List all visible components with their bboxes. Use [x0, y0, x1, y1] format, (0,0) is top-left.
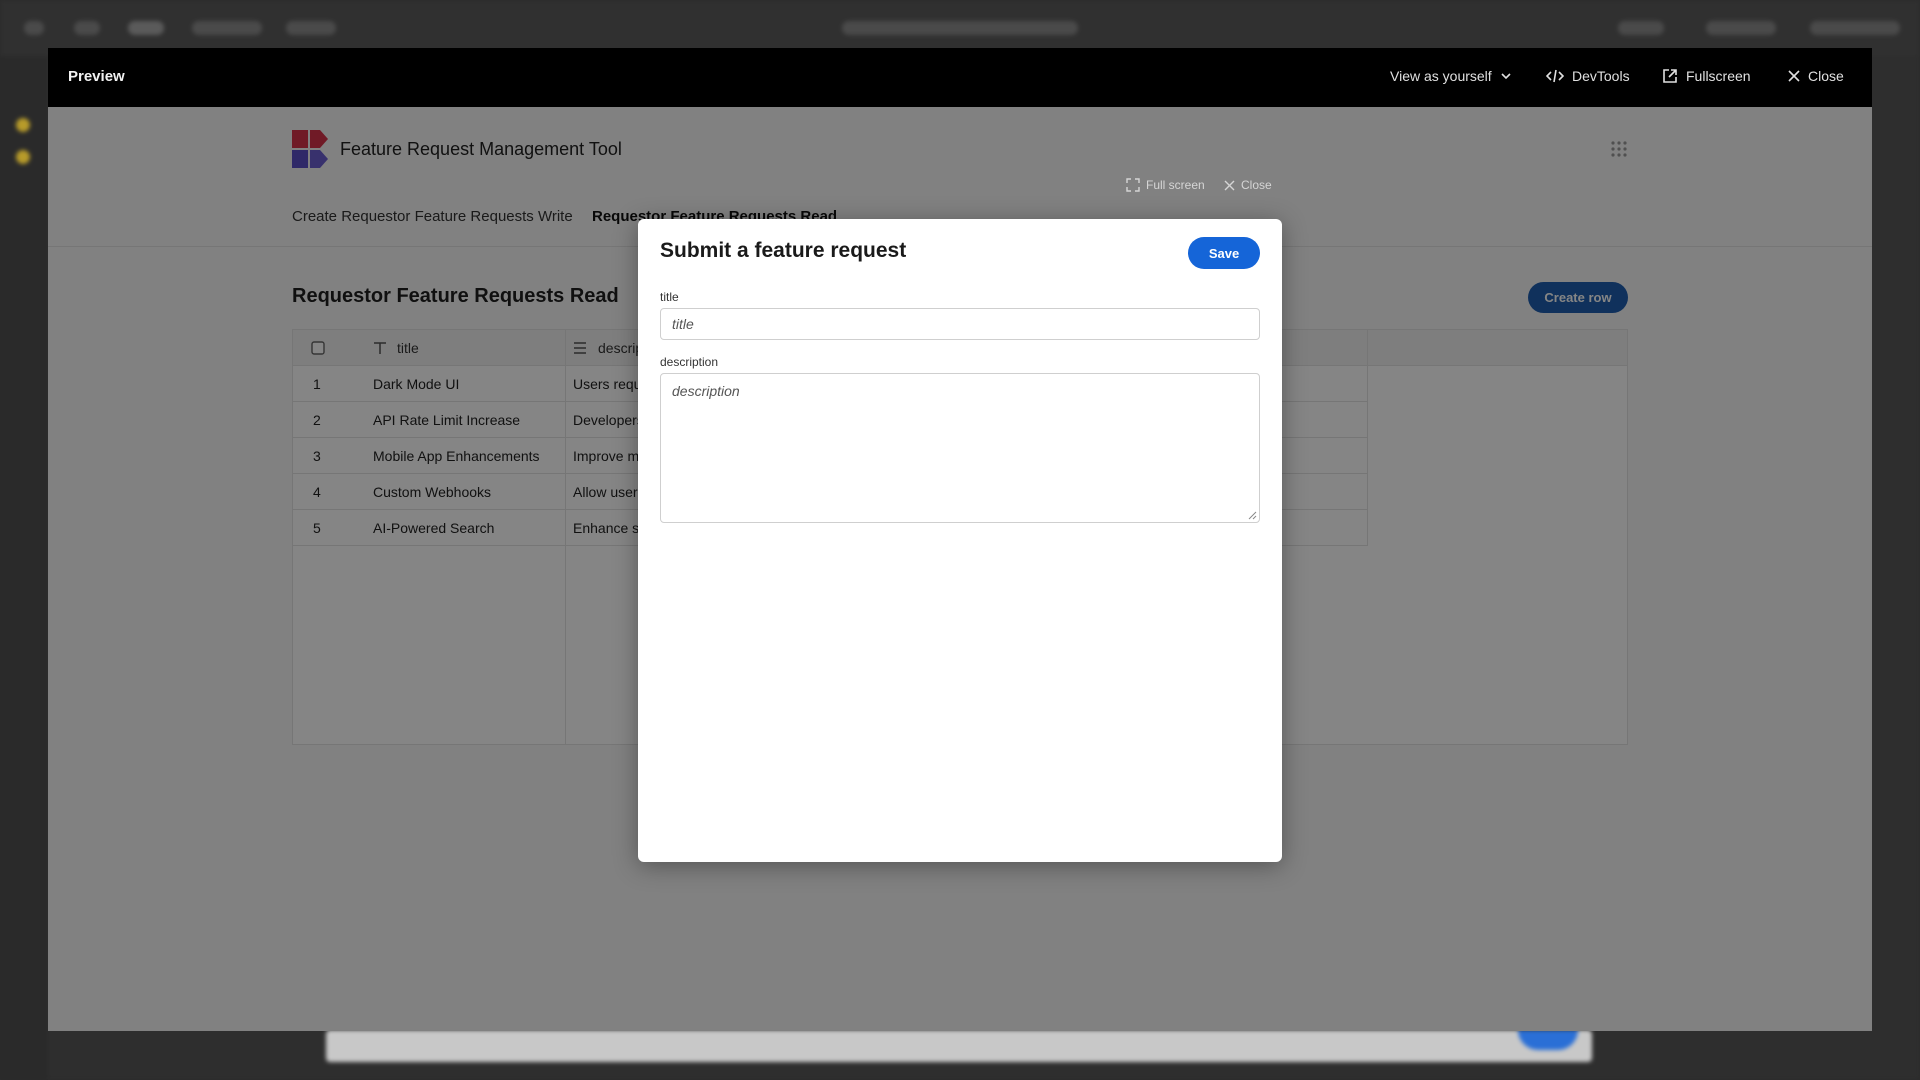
view-as-dropdown[interactable]: View as yourself	[1390, 68, 1512, 84]
close-preview-button[interactable]: Close	[1788, 68, 1844, 84]
close-label: Close	[1808, 68, 1844, 84]
code-icon	[1546, 69, 1564, 83]
description-placeholder: description	[672, 383, 740, 399]
preview-window: Preview View as yourself DevTools Fullsc…	[48, 48, 1872, 1031]
save-button[interactable]: Save	[1188, 237, 1260, 269]
close-icon	[1224, 180, 1235, 190]
feature-request-modal: Submit a feature request Save title titl…	[638, 219, 1282, 862]
close-icon	[1788, 70, 1800, 82]
external-link-icon	[1663, 69, 1677, 83]
description-textarea[interactable]: description	[660, 373, 1260, 523]
builder-bottom-bar	[326, 1030, 1592, 1062]
builder-topbar-title	[842, 21, 1078, 35]
resize-handle-icon[interactable]	[1248, 511, 1257, 520]
builder-topbar-item	[1618, 21, 1664, 35]
builder-topbar-item	[24, 21, 44, 35]
builder-topbar-item	[128, 21, 164, 35]
builder-topbar-item	[74, 21, 100, 35]
dialog-close-button[interactable]: Close	[1224, 178, 1272, 192]
preview-title: Preview	[68, 68, 125, 85]
builder-topbar-item	[1706, 21, 1776, 35]
devtools-button[interactable]: DevTools	[1546, 68, 1630, 84]
fullscreen-icon	[1126, 178, 1140, 192]
chevron-down-icon	[1501, 73, 1511, 80]
preview-header: Preview View as yourself DevTools Fullsc…	[48, 48, 1872, 107]
title-field-label: title	[660, 290, 679, 304]
title-input[interactable]: title	[660, 308, 1260, 340]
description-field-label: description	[660, 355, 719, 369]
view-as-label: View as yourself	[1390, 68, 1492, 84]
fullscreen-button[interactable]: Fullscreen	[1662, 68, 1751, 84]
title-placeholder: title	[672, 316, 694, 332]
modal-title: Submit a feature request	[660, 239, 907, 262]
fullscreen-label: Fullscreen	[1686, 68, 1751, 84]
builder-sidebar-dot	[16, 150, 30, 164]
dialog-fullscreen-button[interactable]: Full screen	[1126, 178, 1205, 192]
builder-topbar-item	[1810, 21, 1900, 35]
devtools-label: DevTools	[1572, 68, 1630, 84]
builder-topbar-item	[286, 21, 336, 35]
dialog-fullscreen-label: Full screen	[1146, 178, 1205, 192]
builder-sidebar	[0, 56, 48, 1080]
builder-topbar-item	[192, 21, 262, 35]
builder-sidebar-dot	[16, 118, 30, 132]
dialog-close-label: Close	[1241, 178, 1272, 192]
